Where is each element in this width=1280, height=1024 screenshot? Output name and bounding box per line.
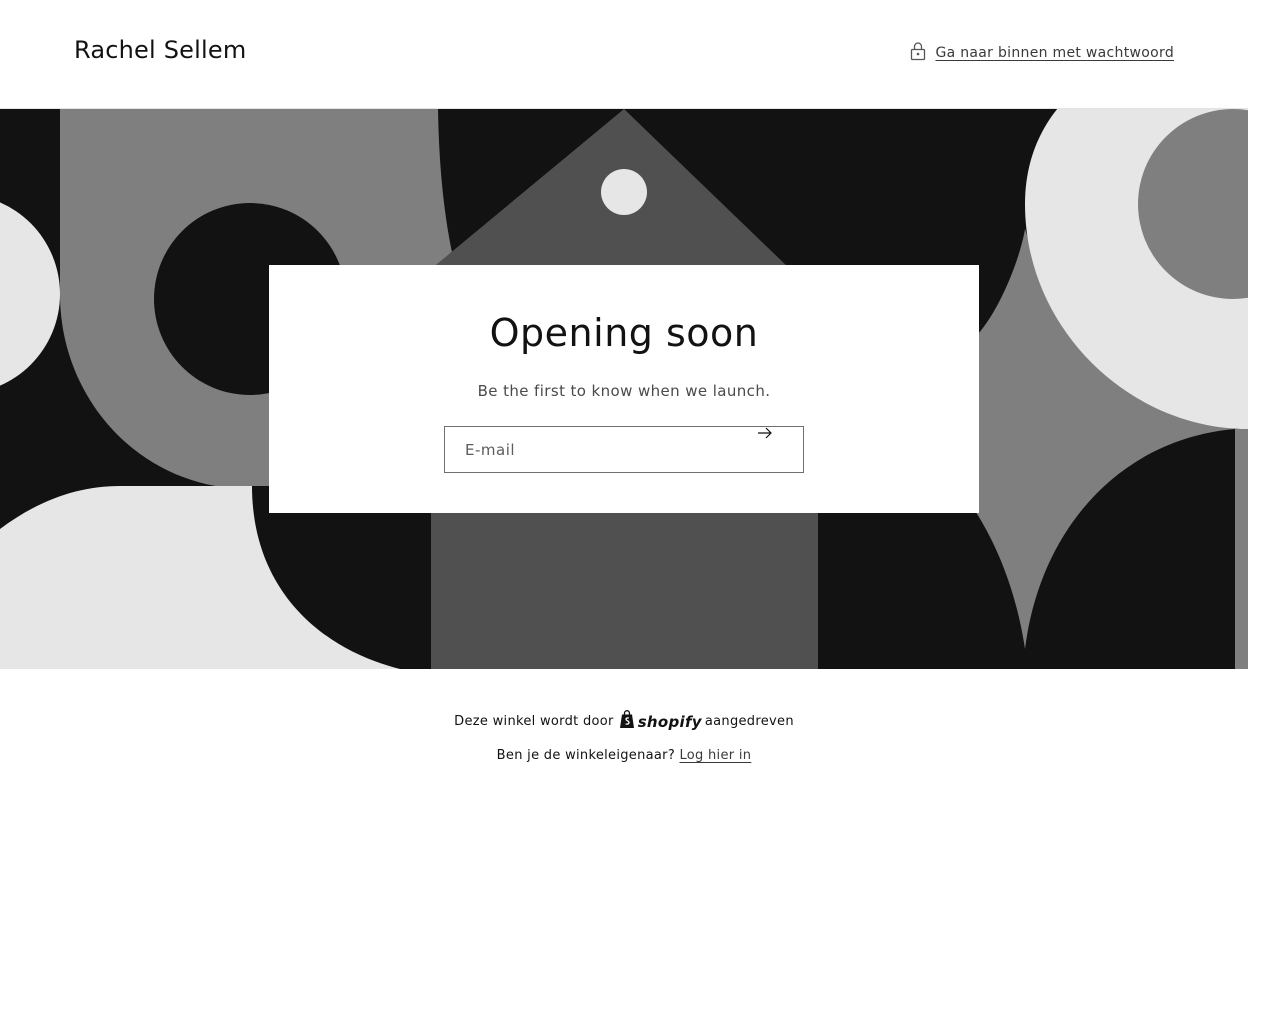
- hero-banner: Opening soon Be the first to know when w…: [0, 109, 1248, 669]
- shopify-link[interactable]: shopify: [619, 710, 702, 733]
- email-submit-button[interactable]: [757, 427, 803, 472]
- page-title: Opening soon: [489, 311, 759, 355]
- powered-prefix: Deze winkel wordt door: [454, 714, 614, 729]
- owner-login: Ben je de winkeleigenaar? Log hier in: [0, 748, 1248, 763]
- powered-suffix: aangedreven: [704, 714, 794, 729]
- owner-question: Ben je de winkeleigenaar?: [496, 748, 676, 763]
- lock-icon: [910, 41, 926, 65]
- page-subtitle: Be the first to know when we launch.: [477, 382, 771, 400]
- password-link-label[interactable]: Ga naar binnen met wachtwoord: [935, 45, 1174, 61]
- shopify-wordmark: shopify: [637, 712, 702, 731]
- header: Rachel Sellem Ga naar binnen met wachtwo…: [0, 0, 1248, 109]
- store-name[interactable]: Rachel Sellem: [74, 36, 246, 64]
- password-login-link[interactable]: Ga naar binnen met wachtwoord: [910, 41, 1174, 65]
- opening-soon-card: Opening soon Be the first to know when w…: [269, 265, 979, 513]
- powered-by: Deze winkel wordt door shopify aangedrev…: [0, 710, 1248, 733]
- shopify-bag-icon: [619, 710, 635, 733]
- login-link[interactable]: Log hier in: [679, 748, 751, 763]
- email-form: [444, 426, 804, 473]
- email-input[interactable]: [445, 427, 745, 472]
